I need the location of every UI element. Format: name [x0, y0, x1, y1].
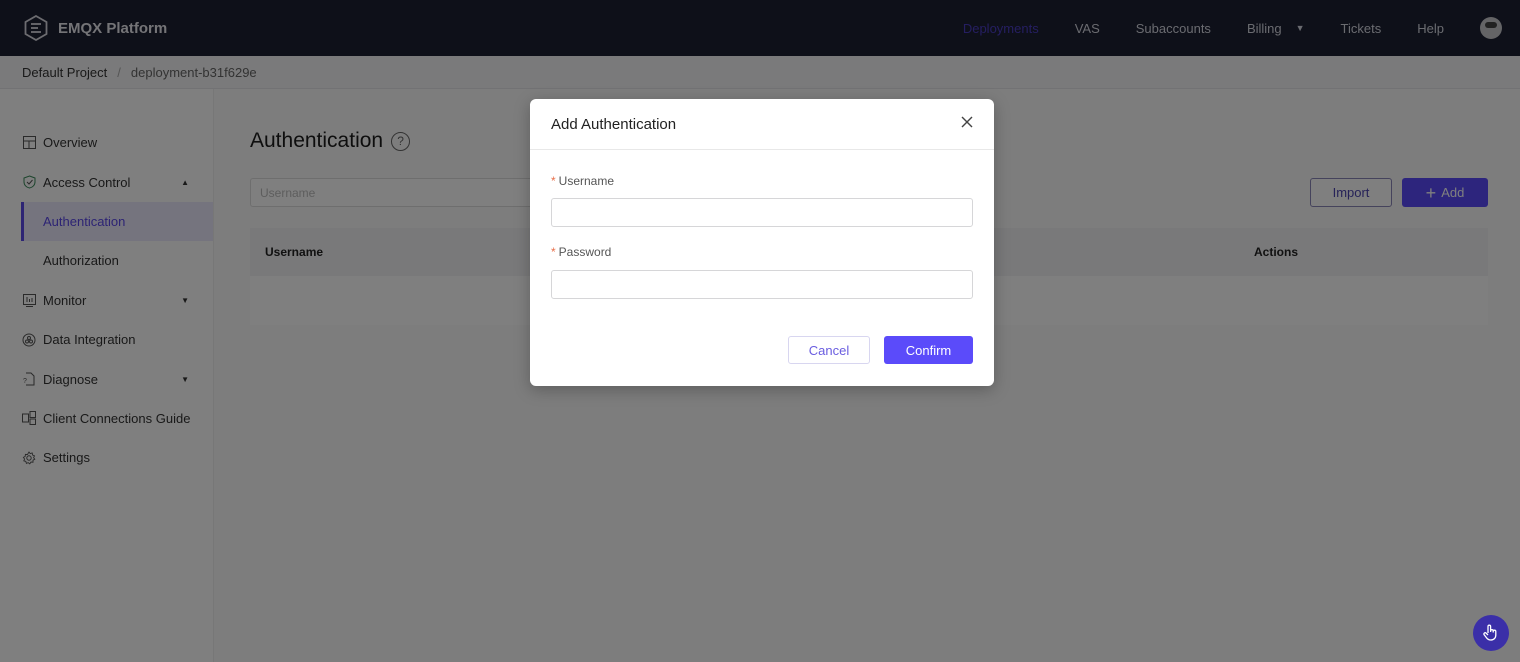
cancel-button[interactable]: Cancel — [788, 336, 870, 364]
dialog-title: Add Authentication — [551, 115, 677, 133]
add-authentication-dialog: Add Authentication * Username * Password C… — [530, 99, 994, 386]
password-field[interactable] — [551, 270, 973, 299]
close-icon[interactable] — [960, 115, 974, 129]
username-field[interactable] — [551, 198, 973, 227]
hand-pointer-icon — [1483, 624, 1497, 641]
confirm-button[interactable]: Confirm — [884, 336, 973, 364]
floating-help-button[interactable] — [1473, 615, 1509, 651]
required-asterisk: * — [551, 245, 556, 259]
username-label: * Username — [551, 174, 615, 188]
dialog-header: Add Authentication — [530, 99, 994, 150]
required-asterisk: * — [551, 174, 556, 188]
password-label: * Password — [551, 245, 612, 259]
